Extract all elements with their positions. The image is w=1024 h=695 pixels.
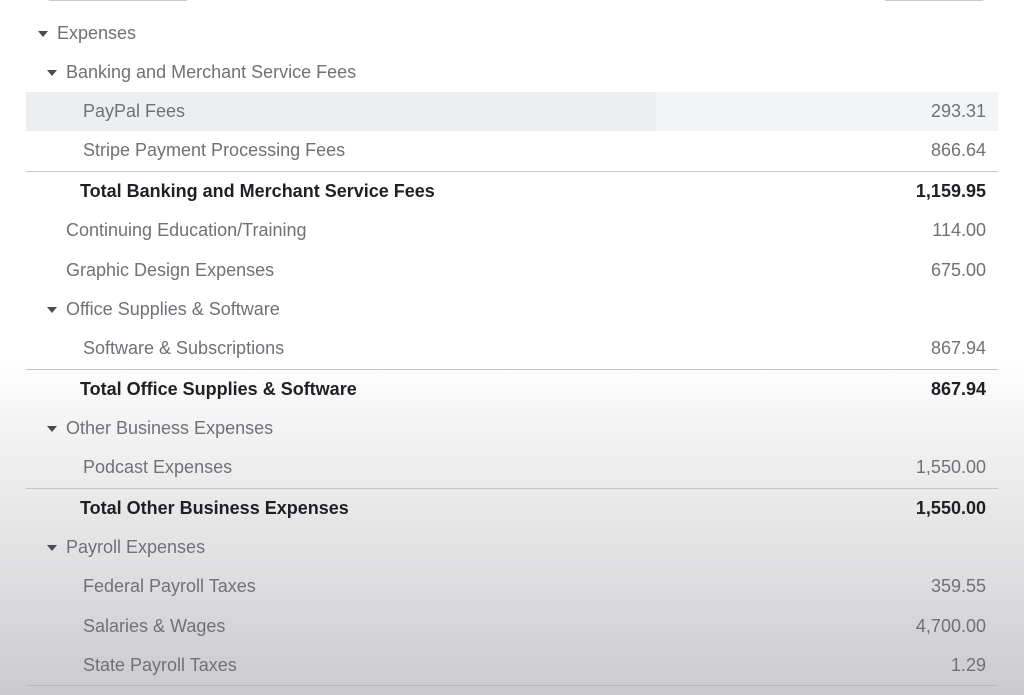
account-amount[interactable]: 114.00 [932, 220, 986, 241]
account-row-federal-payroll-taxes[interactable]: Federal Payroll Taxes 359.55 [26, 567, 998, 606]
collapse-caret-icon[interactable] [47, 69, 57, 76]
total-amount[interactable]: 867.94 [931, 379, 986, 400]
group-name: Office Supplies & Software [66, 299, 280, 319]
total-amount[interactable]: 1,550.00 [916, 498, 986, 519]
account-amount[interactable]: 675.00 [931, 260, 986, 281]
account-row-stripe-fees[interactable]: Stripe Payment Processing Fees 866.64 [26, 131, 998, 170]
group-label-office-supplies[interactable]: Office Supplies & Software [47, 299, 280, 320]
total-label: Total Other Business Expenses [80, 497, 349, 518]
collapse-caret-icon[interactable] [47, 425, 57, 432]
account-label[interactable]: Podcast Expenses [83, 457, 232, 478]
account-amount[interactable]: 866.64 [931, 140, 986, 161]
group-label-payroll[interactable]: Payroll Expenses [47, 537, 205, 558]
account-label[interactable]: Stripe Payment Processing Fees [83, 140, 345, 161]
total-row-office-supplies: Total Office Supplies & Software 867.94 [26, 369, 998, 408]
total-amount[interactable]: 1,159.95 [916, 181, 986, 202]
account-amount[interactable]: 359.55 [931, 576, 986, 597]
account-label[interactable]: Salaries & Wages [83, 616, 225, 637]
account-label[interactable]: Federal Payroll Taxes [83, 576, 256, 597]
account-row-continuing-education[interactable]: Continuing Education/Training 114.00 [26, 211, 998, 250]
account-row-podcast-expenses[interactable]: Podcast Expenses 1,550.00 [26, 448, 998, 487]
account-label[interactable]: Graphic Design Expenses [66, 260, 274, 281]
account-row-salaries-wages[interactable]: Salaries & Wages 4,700.00 [26, 607, 998, 646]
collapse-caret-icon[interactable] [47, 306, 57, 313]
account-label[interactable]: PayPal Fees [83, 101, 185, 122]
account-amount[interactable]: 1.29 [951, 655, 986, 676]
collapse-caret-icon[interactable] [47, 544, 57, 551]
cropped-amount [884, 0, 984, 1]
account-amount[interactable]: 293.31 [931, 101, 986, 122]
account-row-paypal-fees[interactable]: PayPal Fees 293.31 [26, 92, 998, 131]
row-divider [26, 685, 998, 686]
account-label[interactable]: Software & Subscriptions [83, 338, 284, 359]
expenses-section-row[interactable]: Expenses [26, 14, 998, 53]
group-row-office-supplies[interactable]: Office Supplies & Software [26, 290, 998, 329]
group-row-banking[interactable]: Banking and Merchant Service Fees [26, 53, 998, 92]
account-label[interactable]: Continuing Education/Training [66, 220, 307, 241]
account-amount[interactable]: 867.94 [931, 338, 986, 359]
total-row-other-business: Total Other Business Expenses 1,550.00 [26, 488, 998, 527]
total-label: Total Banking and Merchant Service Fees [80, 180, 435, 201]
expenses-section-label[interactable]: Expenses [38, 23, 136, 44]
group-row-other-business[interactable]: Other Business Expenses [26, 409, 998, 448]
group-row-payroll[interactable]: Payroll Expenses [26, 528, 998, 567]
group-name: Payroll Expenses [66, 537, 206, 557]
account-amount[interactable]: 4,700.00 [916, 616, 986, 637]
account-label[interactable]: State Payroll Taxes [83, 655, 237, 676]
account-row-software-subscriptions[interactable]: Software & Subscriptions 867.94 [26, 329, 998, 368]
account-amount[interactable]: 1,550.00 [916, 457, 986, 478]
group-name: Banking and Merchant Service Fees [66, 62, 357, 82]
group-label-banking[interactable]: Banking and Merchant Service Fees [47, 62, 356, 83]
collapse-caret-icon[interactable] [38, 30, 48, 37]
total-row-banking: Total Banking and Merchant Service Fees … [26, 171, 998, 210]
cropped-previous-row [48, 0, 984, 7]
account-row-state-payroll-taxes[interactable]: State Payroll Taxes 1.29 [26, 646, 998, 685]
group-label-other-business[interactable]: Other Business Expenses [47, 418, 273, 439]
profit-loss-report: Expenses Banking and Merchant Service Fe… [0, 0, 1024, 695]
section-title: Expenses [57, 23, 137, 43]
cropped-label [48, 0, 188, 1]
total-label: Total Office Supplies & Software [80, 378, 357, 399]
group-name: Other Business Expenses [66, 418, 274, 438]
account-row-graphic-design[interactable]: Graphic Design Expenses 675.00 [26, 251, 998, 290]
